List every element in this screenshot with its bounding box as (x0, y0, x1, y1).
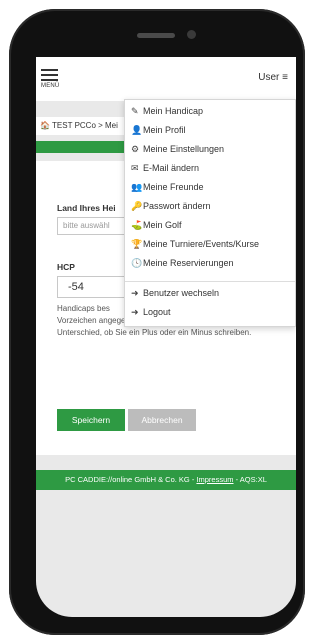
help-text-line1: Handicaps bes (57, 304, 110, 313)
key-icon: 🔑 (131, 201, 143, 211)
speaker-grille (137, 33, 175, 38)
trophy-icon: 🏆 (131, 239, 143, 249)
menu-item-logout[interactable]: ➜ Logout (131, 304, 171, 320)
hamburger-icon (41, 69, 58, 71)
footer-suffix: - AQS:XL (233, 475, 267, 484)
menu-item-label: Mein Handicap (143, 106, 204, 116)
menu-item-label: Mein Golf (143, 220, 182, 230)
menu-item-label: Logout (143, 307, 171, 317)
menu-item-label: Meine Einstellungen (143, 144, 225, 154)
menu-item-profile[interactable]: 👤Mein Profil (131, 122, 186, 138)
imprint-link[interactable]: Impressum (196, 475, 233, 484)
menu-item-label: Benutzer wechseln (143, 288, 220, 298)
gear-icon: ⚙ (131, 144, 140, 154)
menu-divider (125, 281, 295, 282)
menu-item-change-email[interactable]: ✉ E-Mail ändern (131, 160, 199, 176)
pencil-icon: ✎ (131, 106, 139, 116)
menu-item-label: Meine Reservierungen (143, 258, 234, 268)
menu-item-tournaments[interactable]: 🏆Meine Turniere/Events/Kurse (131, 236, 259, 252)
users-icon: 👥 (131, 182, 143, 192)
app-screen: MENÜ User ≡ 🏠 TEST PCCo > Mei ten Land I… (36, 57, 296, 617)
menu-item-handicap[interactable]: ✎ Mein Handicap (131, 103, 203, 119)
menu-item-label: Meine Turniere/Events/Kurse (143, 239, 260, 249)
menu-item-label: Mein Profil (143, 125, 186, 135)
phone-frame: MENÜ User ≡ 🏠 TEST PCCo > Mei ten Land I… (9, 9, 305, 635)
sign-out-icon: ➜ (131, 288, 139, 298)
hamburger-icon-bar (41, 79, 58, 81)
menu-button[interactable]: MENÜ (41, 69, 65, 95)
menu-item-label: Meine Freunde (143, 182, 204, 192)
sign-out-icon: ➜ (131, 307, 139, 317)
menu-item-settings[interactable]: ⚙ Meine Einstellungen (131, 141, 224, 157)
menu-item-golf[interactable]: ⛳Mein Golf (131, 217, 182, 233)
envelope-icon: ✉ (131, 163, 139, 173)
menu-item-change-password[interactable]: 🔑Passwort ändern (131, 198, 211, 214)
menu-item-switch-user[interactable]: ➜ Benutzer wechseln (131, 285, 219, 301)
save-button[interactable]: Speichern (57, 409, 125, 431)
footer: PC CADDIE://online GmbH & Co. KG - Impre… (36, 470, 296, 490)
footer-company: PC CADDIE://online GmbH & Co. KG - (65, 475, 197, 484)
hcp-label: HCP (57, 262, 75, 272)
front-camera (187, 30, 196, 39)
menu-item-reservations[interactable]: 🕓Meine Reservierungen (131, 255, 234, 271)
menu-item-label: E-Mail ändern (143, 163, 200, 173)
user-menu-button[interactable]: User ≡ (258, 72, 288, 83)
breadcrumb-text[interactable]: 🏠 TEST PCCo > Mei (40, 121, 118, 130)
clock-icon: 🕓 (131, 258, 143, 268)
menu-item-label: Passwort ändern (143, 201, 211, 211)
hamburger-icon-bar (41, 74, 58, 76)
menu-item-friends[interactable]: 👥Meine Freunde (131, 179, 204, 195)
golf-icon: ⛳ (131, 220, 143, 230)
user-dropdown-menu: ✎ Mein Handicap 👤Mein Profil ⚙ Meine Einst… (124, 99, 296, 327)
user-icon: 👤 (131, 125, 143, 135)
cancel-button[interactable]: Abbrechen (128, 409, 196, 431)
country-label: Land Ihres Hei (57, 203, 116, 213)
menu-label: MENÜ (41, 83, 60, 89)
top-bar: MENÜ User ≡ (36, 57, 296, 101)
